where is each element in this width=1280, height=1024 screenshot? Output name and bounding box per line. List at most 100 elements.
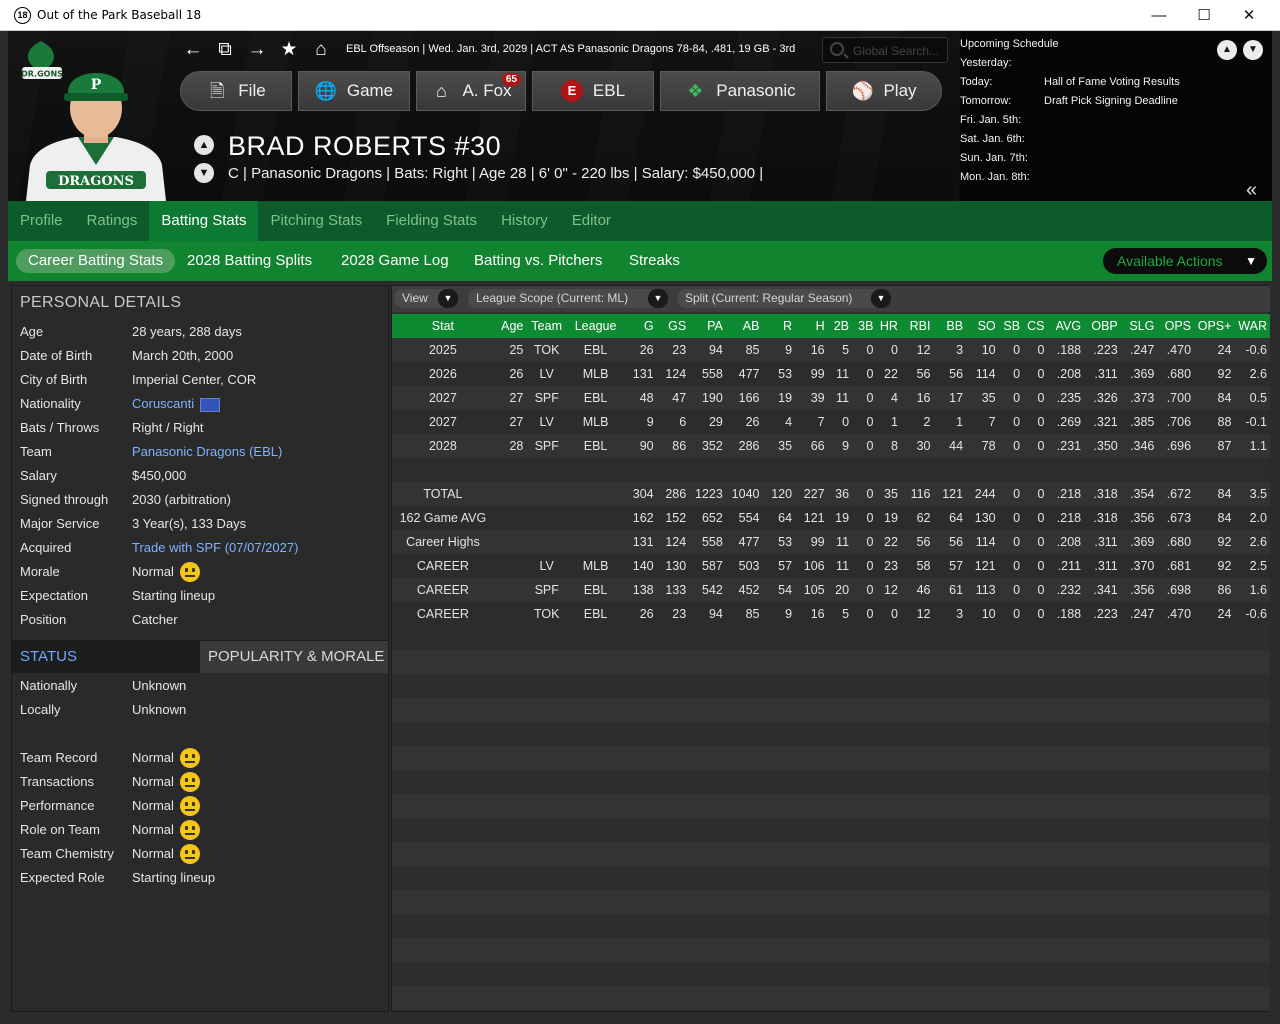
close-icon[interactable]: ✕ [1226,0,1272,31]
table-cell: EBL [567,386,625,410]
column-header[interactable]: CS [1023,314,1048,338]
column-header[interactable]: OBP [1084,314,1121,338]
table-cell: 26 [624,602,657,626]
prev-player-button[interactable]: ▲ [194,135,214,155]
table-cell: 130 [656,554,690,578]
table-cell: 124 [656,530,690,554]
star-icon[interactable]: ★ [276,39,302,61]
column-header[interactable]: AB [725,314,763,338]
minimize-icon[interactable]: — [1136,0,1182,31]
chevron-down-icon: ▼ [1245,254,1257,268]
table-cell: 6 [656,410,690,434]
column-header[interactable]: WAR [1234,314,1270,338]
schedule-down-button[interactable]: ▼ [1243,40,1263,60]
back-icon[interactable]: ← [180,39,206,61]
column-header[interactable]: BB [933,314,967,338]
column-header[interactable]: R [762,314,796,338]
tab-profile[interactable]: Profile [8,201,75,241]
table-cell [493,530,527,554]
collapse-schedule-icon[interactable]: « [1246,179,1257,201]
copy-icon[interactable]: ⧉ [212,39,238,61]
table-cell: 22 [876,362,901,386]
schedule-up-button[interactable]: ▲ [1217,40,1237,60]
column-header[interactable]: Stat [392,314,494,338]
tab-history[interactable]: History [489,201,560,241]
column-header[interactable]: SO [966,314,999,338]
league-logo-icon: E [560,80,583,102]
column-header[interactable]: Team [526,314,568,338]
table-cell: 30 [900,434,934,458]
table-cell: 140 [624,554,657,578]
subtab-career-batting-stats[interactable]: Career Batting Stats [16,249,176,273]
table-cell: LV [526,410,568,434]
available-actions-button[interactable]: Available Actions ▼ [1103,248,1267,274]
menu-play-button[interactable]: ⚾ Play [826,71,942,111]
table-cell: 17 [933,386,967,410]
tab-fielding-stats[interactable]: Fielding Stats [374,201,489,241]
table-cell: 0 [852,362,877,386]
column-header[interactable]: G [624,314,657,338]
detail-row: Acquired Trade with SPF (07/07/2027) [12,536,388,560]
table-cell [1234,458,1270,482]
column-header[interactable]: League [567,314,625,338]
subtab-game-log[interactable]: 2028 Game Log [341,249,449,273]
tab-pitching-stats[interactable]: Pitching Stats [258,201,374,241]
column-header[interactable]: PA [689,314,726,338]
detail-row: Bats / Throws Right / Right [12,416,388,440]
table-cell: EBL [567,338,625,362]
column-header[interactable]: 2B [827,314,853,338]
main-menu: 🗎 File 🌐 Game ⌂ A. Fox 65 E EBL ❖ Panaso… [180,71,942,113]
table-cell [567,506,625,530]
subtab-streaks[interactable]: Streaks [629,249,680,273]
detail-value[interactable]: Coruscanti [132,392,221,416]
subtab-batting-vs-pitchers[interactable]: Batting vs. Pitchers [474,249,602,273]
next-player-button[interactable]: ▼ [194,163,214,183]
global-search-input[interactable]: Global Search... [822,37,948,63]
table-cell: 64 [933,506,967,530]
table-cell: .354 [1120,482,1158,506]
table-cell: LV [526,554,568,578]
tab-editor[interactable]: Editor [560,201,623,241]
table-cell: 0 [1023,482,1048,506]
detail-value: Starting lineup [132,584,215,608]
menu-team-button[interactable]: ❖ Panasonic [660,71,820,111]
detail-value[interactable]: Panasonic Dragons (EBL) [132,440,282,464]
menu-file-button[interactable]: 🗎 File [180,71,292,111]
split-dropdown[interactable]: Split (Current: Regular Season) ▼ [677,289,891,308]
column-header[interactable]: OPS [1157,314,1195,338]
table-cell: .673 [1157,506,1195,530]
table-cell: 244 [966,482,999,506]
table-cell [1047,458,1085,482]
column-header[interactable]: Age [493,314,527,338]
tab-batting-stats[interactable]: Batting Stats [149,201,259,241]
detail-value[interactable]: Trade with SPF (07/07/2027) [132,536,298,560]
column-header[interactable]: SB [998,314,1024,338]
column-header[interactable]: AVG [1047,314,1085,338]
tab-ratings[interactable]: Ratings [75,201,150,241]
menu-manager-button[interactable]: ⌂ A. Fox 65 [416,71,526,111]
home-icon[interactable]: ⌂ [308,39,334,61]
menu-game-button[interactable]: 🌐 Game [298,71,410,111]
table-cell [966,458,999,482]
column-header[interactable]: RBI [900,314,934,338]
table-cell: 0 [827,410,853,434]
forward-icon[interactable]: → [244,39,270,61]
view-dropdown[interactable]: View ▼ [394,289,458,308]
column-header[interactable]: GS [656,314,690,338]
maximize-icon[interactable]: ☐ [1181,0,1227,31]
column-header[interactable]: 3B [852,314,877,338]
column-header[interactable]: OPS+ [1194,314,1235,338]
schedule-row: Tomorrow: Draft Pick Signing Deadline [960,95,1178,107]
subtab-batting-splits[interactable]: 2028 Batting Splits [187,249,312,273]
column-header[interactable]: HR [876,314,901,338]
column-header[interactable]: SLG [1120,314,1158,338]
column-header[interactable]: H [795,314,828,338]
table-cell: 2.6 [1234,530,1270,554]
filter-bar: View ▼ League Scope (Current: ML) ▼ Split … [392,286,1270,312]
table-cell: 19 [876,506,901,530]
tab-status[interactable]: STATUS [12,641,200,673]
tab-popularity-morale[interactable]: POPULARITY & MORALE [200,641,388,673]
detail-value-text: Starting lineup [132,588,216,603]
menu-league-button[interactable]: E EBL [532,71,654,111]
league-scope-dropdown[interactable]: League Scope (Current: ML) ▼ [468,289,668,308]
